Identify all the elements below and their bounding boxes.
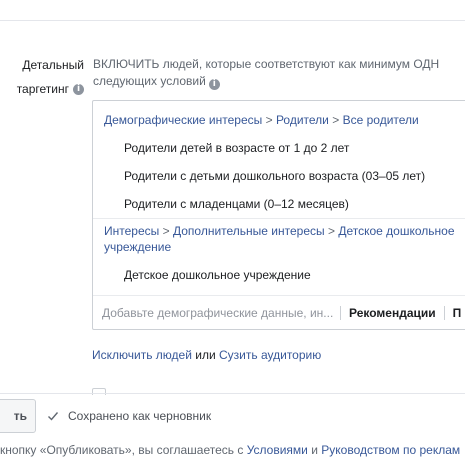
vertical-separator (443, 306, 445, 320)
targeting-option[interactable]: Родители детей в возрасте от 1 до 2 лет (93, 134, 465, 162)
footer-divider (0, 393, 465, 394)
targeting-option[interactable]: Родители с детьми дошкольного возраста (… (93, 162, 465, 190)
include-header-line1: ВКЛЮЧИТЬ людей, которые соответствуют ка… (93, 57, 440, 71)
label-line1: Детальный (22, 58, 84, 72)
narrow-audience-link[interactable]: Сузить аудиторию (219, 348, 321, 362)
crumb-demographics[interactable]: Демографические интересы (104, 113, 262, 127)
exclude-line: Исключить людей или Сузить аудиторию (92, 348, 321, 362)
legal-prefix: кнопку «Опубликовать», вы соглашаетесь с (0, 443, 244, 457)
crumb-separator: > (265, 113, 273, 127)
crumb-all-parents[interactable]: Все родители (343, 113, 419, 127)
guidelines-link[interactable]: Руководством по реклам (321, 443, 460, 457)
crumb-separator: > (327, 224, 335, 238)
info-icon[interactable]: i (73, 83, 84, 95)
targeting-option[interactable]: Детское дошкольное учреждение (93, 261, 465, 289)
saved-text: Сохранено как черновник (68, 409, 212, 423)
crumb-preschool[interactable]: Детское дошкольное (338, 224, 454, 238)
breadcrumb: Демографические интересы > Родители > Вс… (93, 112, 465, 128)
targeting-group-demographics: Демографические интересы > Родители > Вс… (93, 112, 465, 218)
and-text: и (311, 443, 318, 457)
crumb-separator: > (162, 224, 170, 238)
search-row: Рекомендации П (93, 295, 465, 330)
targeting-option[interactable]: Родители с младенцами (0–12 месяцев) (93, 190, 465, 218)
breadcrumb: Интересы > Дополнительные интересы > Дет… (93, 223, 465, 255)
info-icon[interactable]: i (208, 79, 220, 90)
top-divider (0, 20, 465, 21)
exclude-people-link[interactable]: Исключить людей (92, 348, 192, 362)
label-line2: таргетинг (16, 82, 69, 96)
recommendations-button[interactable]: Рекомендации (349, 306, 436, 320)
browse-button[interactable]: П (453, 306, 462, 320)
or-text: или (195, 348, 216, 362)
saved-status: Сохранено как черновник (47, 409, 211, 423)
crumb-parents[interactable]: Родители (276, 113, 329, 127)
targeting-search-input[interactable] (93, 305, 340, 321)
publish-button[interactable]: ть (0, 399, 36, 433)
targeting-group-interests: Интересы > Дополнительные интересы > Дет… (93, 223, 465, 289)
vertical-separator (340, 306, 341, 320)
include-header-line2: следующих условий (93, 74, 206, 88)
crumb-interests[interactable]: Интересы (104, 224, 159, 238)
crumb-preschool-cont[interactable]: учреждение (104, 240, 171, 254)
crumb-additional-interests[interactable]: Дополнительные интересы (173, 224, 325, 238)
terms-link[interactable]: Условиями (247, 443, 308, 457)
group-divider (93, 218, 465, 219)
targeting-box: Демографические интересы > Родители > Вс… (92, 100, 465, 330)
detailed-targeting-label: Детальный таргетинг i (0, 53, 84, 101)
include-header: ВКЛЮЧИТЬ людей, которые соответствуют ка… (93, 56, 465, 91)
crumb-separator: > (332, 113, 340, 127)
legal-text: кнопку «Опубликовать», вы соглашаетесь с… (0, 443, 460, 457)
check-icon (48, 412, 59, 421)
